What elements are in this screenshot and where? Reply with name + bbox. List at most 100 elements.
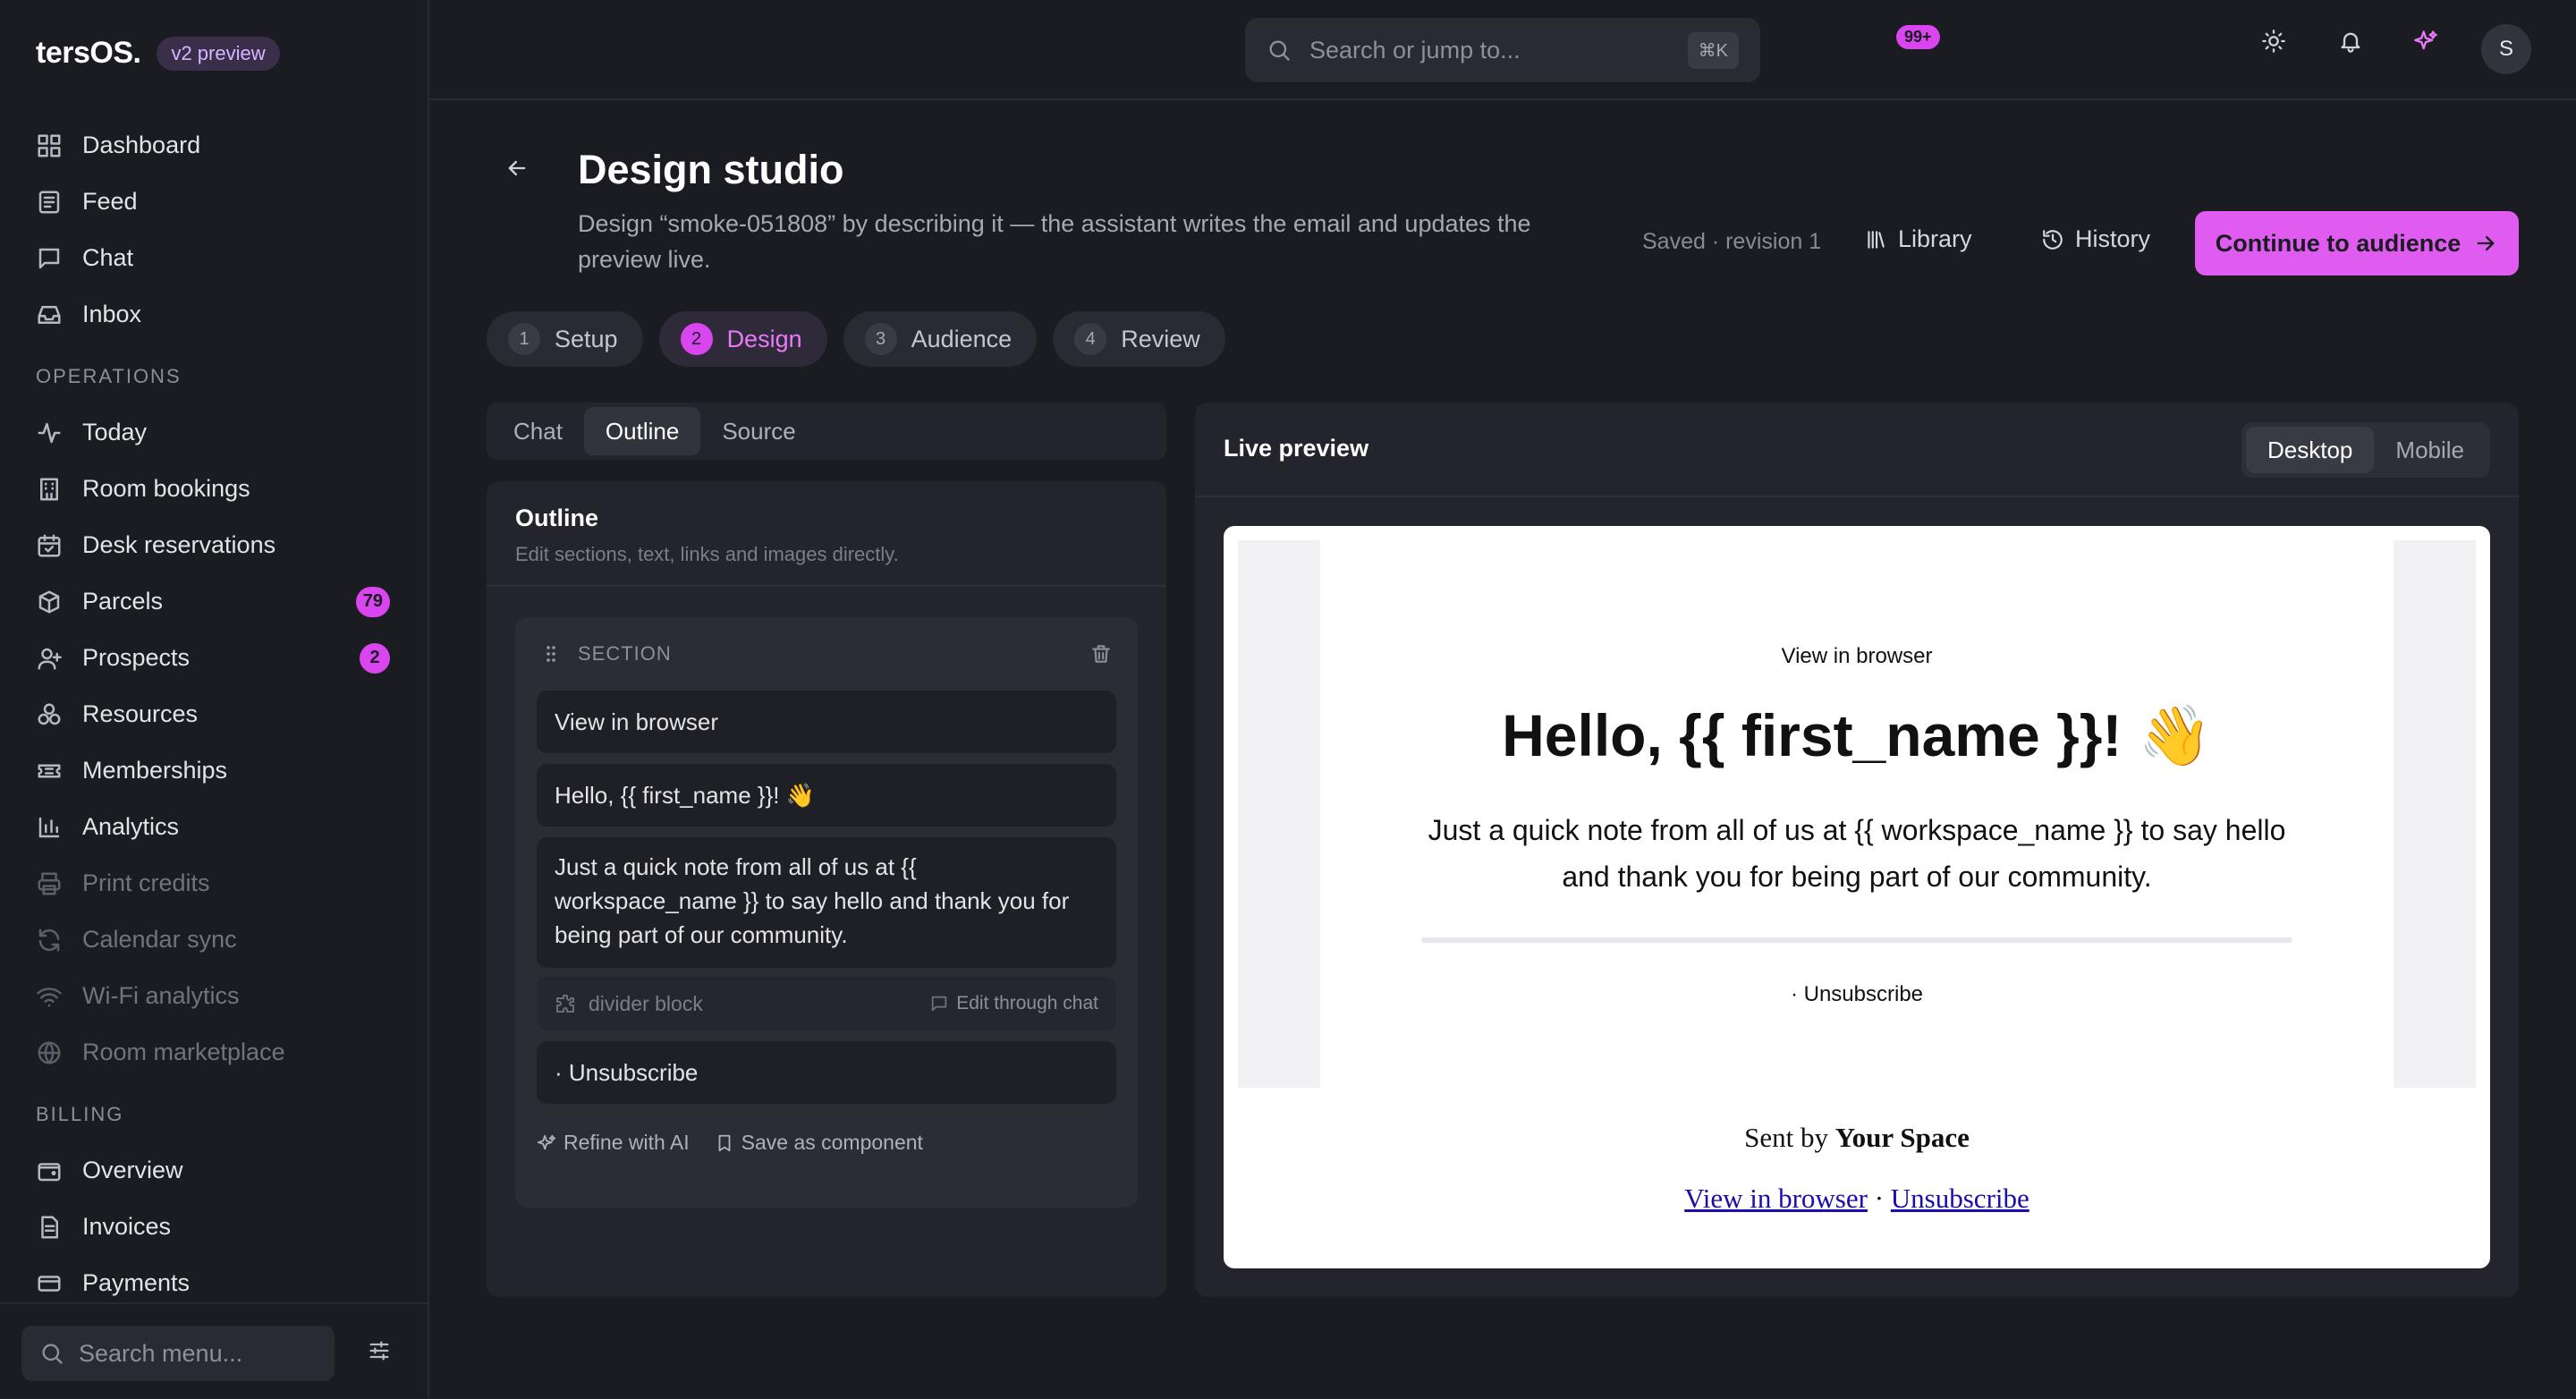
library-icon [1868, 230, 1885, 249]
sidebar: tersOS. v2 preview Dashboard Feed Chat I… [0, 0, 429, 1399]
block-note[interactable]: Just a quick note from all of us at {{ w… [537, 837, 1116, 968]
sidebar-item-label: Payments [82, 1269, 191, 1296]
tab-source[interactable]: Source [700, 407, 817, 455]
email-preview: View in browser Hello, {{ first_name }}!… [1224, 526, 2490, 1268]
step-audience[interactable]: 3 Audience [843, 311, 1038, 367]
sidebar-item-label: Dashboard [82, 131, 201, 158]
email-unsubscribe: · Unsubscribe [1790, 982, 1924, 1006]
sidebar-item-label: Invoices [82, 1213, 172, 1240]
block-view-in-browser[interactable]: View in browser [537, 691, 1116, 753]
footer-link-separator: · [1874, 1183, 1885, 1214]
sidebar-item-resources[interactable]: Resources [20, 686, 410, 742]
tab-outline[interactable]: Outline [583, 407, 701, 455]
sidebar-item-wifi-analytics[interactable]: Wi-Fi analytics [20, 968, 410, 1024]
sidebar-item-label: Memberships [82, 757, 228, 784]
footer-unsubscribe-link[interactable]: Unsubscribe [1891, 1183, 2029, 1214]
sent-by-name: Your Space [1835, 1122, 1970, 1153]
sidebar-item-today[interactable]: Today [20, 404, 410, 461]
edit-through-chat-label: Edit through chat [956, 993, 1098, 1013]
calendar-check-icon [38, 534, 61, 556]
sidebar-item-dashboard[interactable]: Dashboard [20, 117, 410, 174]
sidebar-item-room-marketplace[interactable]: Room marketplace [20, 1024, 410, 1081]
device-toggle: Desktop Mobile [2241, 422, 2490, 478]
step-setup[interactable]: 1 Setup [487, 311, 643, 367]
sidebar-item-desk-reservations[interactable]: Desk reservations [20, 517, 410, 573]
theme-toggle-button[interactable] [2261, 29, 2286, 54]
step-design[interactable]: 2 Design [658, 311, 827, 367]
card-icon [38, 1275, 61, 1292]
menu-search-input[interactable]: Search menu... [21, 1326, 335, 1381]
sidebar-item-room-bookings[interactable]: Room bookings [20, 461, 410, 517]
notifications-button[interactable] [2338, 29, 2363, 54]
sidebar-item-invoices[interactable]: Invoices [20, 1199, 410, 1255]
section-operations: OPERATIONS [36, 364, 182, 387]
sidebar-item-print-credits[interactable]: Print credits [20, 855, 410, 911]
step-label: Design [726, 325, 802, 352]
step-review[interactable]: 4 Review [1053, 311, 1225, 367]
sidebar-item-calendar-sync[interactable]: Calendar sync [20, 911, 410, 968]
block-divider[interactable]: divider block Edit through chat [537, 977, 1116, 1030]
library-button[interactable]: Library [1864, 225, 1972, 253]
sidebar-item-overview[interactable]: Overview [20, 1142, 410, 1199]
save-as-component-button[interactable]: Save as component [715, 1131, 923, 1155]
block-text: Just a quick note from all of us at {{ w… [555, 853, 1070, 948]
sidebar-item-feed[interactable]: Feed [20, 174, 410, 230]
sidebar-item-chat[interactable]: Chat [20, 230, 410, 286]
edit-through-chat-button[interactable]: Edit through chat [929, 993, 1098, 1014]
block-text: · Unsubscribe [555, 1058, 699, 1086]
email-sent-by: Sent by Your Space [1224, 1122, 2490, 1154]
outline-panel: Outline Edit sections, text, links and i… [487, 481, 1166, 1297]
sidebar-item-label: Parcels [82, 588, 164, 615]
sidebar-item-analytics[interactable]: Analytics [20, 799, 410, 855]
block-text: View in browser [555, 708, 719, 735]
arrow-left-icon [508, 160, 526, 176]
brand-logo[interactable]: tersOS. [36, 36, 141, 71]
block-greeting[interactable]: Hello, {{ first_name }}! 👋 [537, 764, 1116, 827]
chat-icon [38, 248, 60, 268]
device-mobile-button[interactable]: Mobile [2374, 427, 2486, 473]
email-body: View in browser Hello, {{ first_name }}!… [1320, 540, 2394, 1088]
trash-icon[interactable] [1089, 642, 1113, 666]
step-number: 2 [680, 323, 713, 355]
device-desktop-button[interactable]: Desktop [2246, 427, 2375, 473]
sliders-button[interactable] [367, 1338, 392, 1363]
sun-icon [2262, 30, 2285, 53]
step-number: 4 [1074, 323, 1107, 355]
history-button[interactable]: History [2041, 225, 2150, 253]
parcels-count-badge: 79 [355, 586, 390, 617]
notification-count-badge: 99+ [1896, 25, 1940, 49]
divider-label: divider block [589, 991, 703, 1015]
sidebar-item-label: Prospects [82, 644, 191, 671]
printer-icon [38, 872, 61, 895]
sidebar-item-inbox[interactable]: Inbox [20, 286, 410, 343]
user-plus-icon [38, 648, 62, 669]
preview-title: Live preview [1224, 435, 1369, 462]
sidebar-item-memberships[interactable]: Memberships [20, 742, 410, 799]
email-footer-links: View in browser · Unsubscribe [1224, 1183, 2490, 1215]
tab-chat[interactable]: Chat [492, 407, 584, 455]
sidebar-item-label: Wi-Fi analytics [82, 982, 240, 1009]
section-actions: Refine with AI Save as component [537, 1131, 923, 1155]
footer-view-in-browser-link[interactable]: View in browser [1684, 1183, 1868, 1214]
editor-tabs: Chat Outline Source [487, 403, 1166, 460]
save-component-label: Save as component [741, 1131, 923, 1154]
library-label: Library [1898, 225, 1972, 252]
step-label: Audience [911, 325, 1013, 352]
refine-with-ai-button[interactable]: Refine with AI [537, 1131, 690, 1155]
drag-handle-icon[interactable] [540, 643, 562, 665]
wallet-icon [38, 1162, 61, 1181]
email-view-in-browser: View in browser [1781, 644, 1933, 668]
block-unsubscribe[interactable]: · Unsubscribe [537, 1041, 1116, 1104]
continue-to-audience-button[interactable]: Continue to audience [2195, 211, 2519, 276]
refresh-icon [38, 928, 60, 951]
sidebar-item-parcels[interactable]: Parcels 79 [20, 573, 410, 630]
search-icon [1269, 40, 1290, 61]
ai-assistant-button[interactable] [2413, 29, 2438, 54]
sidebar-item-prospects[interactable]: Prospects 2 [20, 630, 410, 686]
step-label: Setup [555, 325, 618, 352]
shortcut-hint: ⌘K [1687, 32, 1739, 69]
global-search-input[interactable]: Search or jump to... ⌘K [1245, 18, 1760, 82]
back-button[interactable] [504, 156, 530, 181]
avatar[interactable]: S [2481, 24, 2531, 74]
search-icon [42, 1344, 63, 1364]
